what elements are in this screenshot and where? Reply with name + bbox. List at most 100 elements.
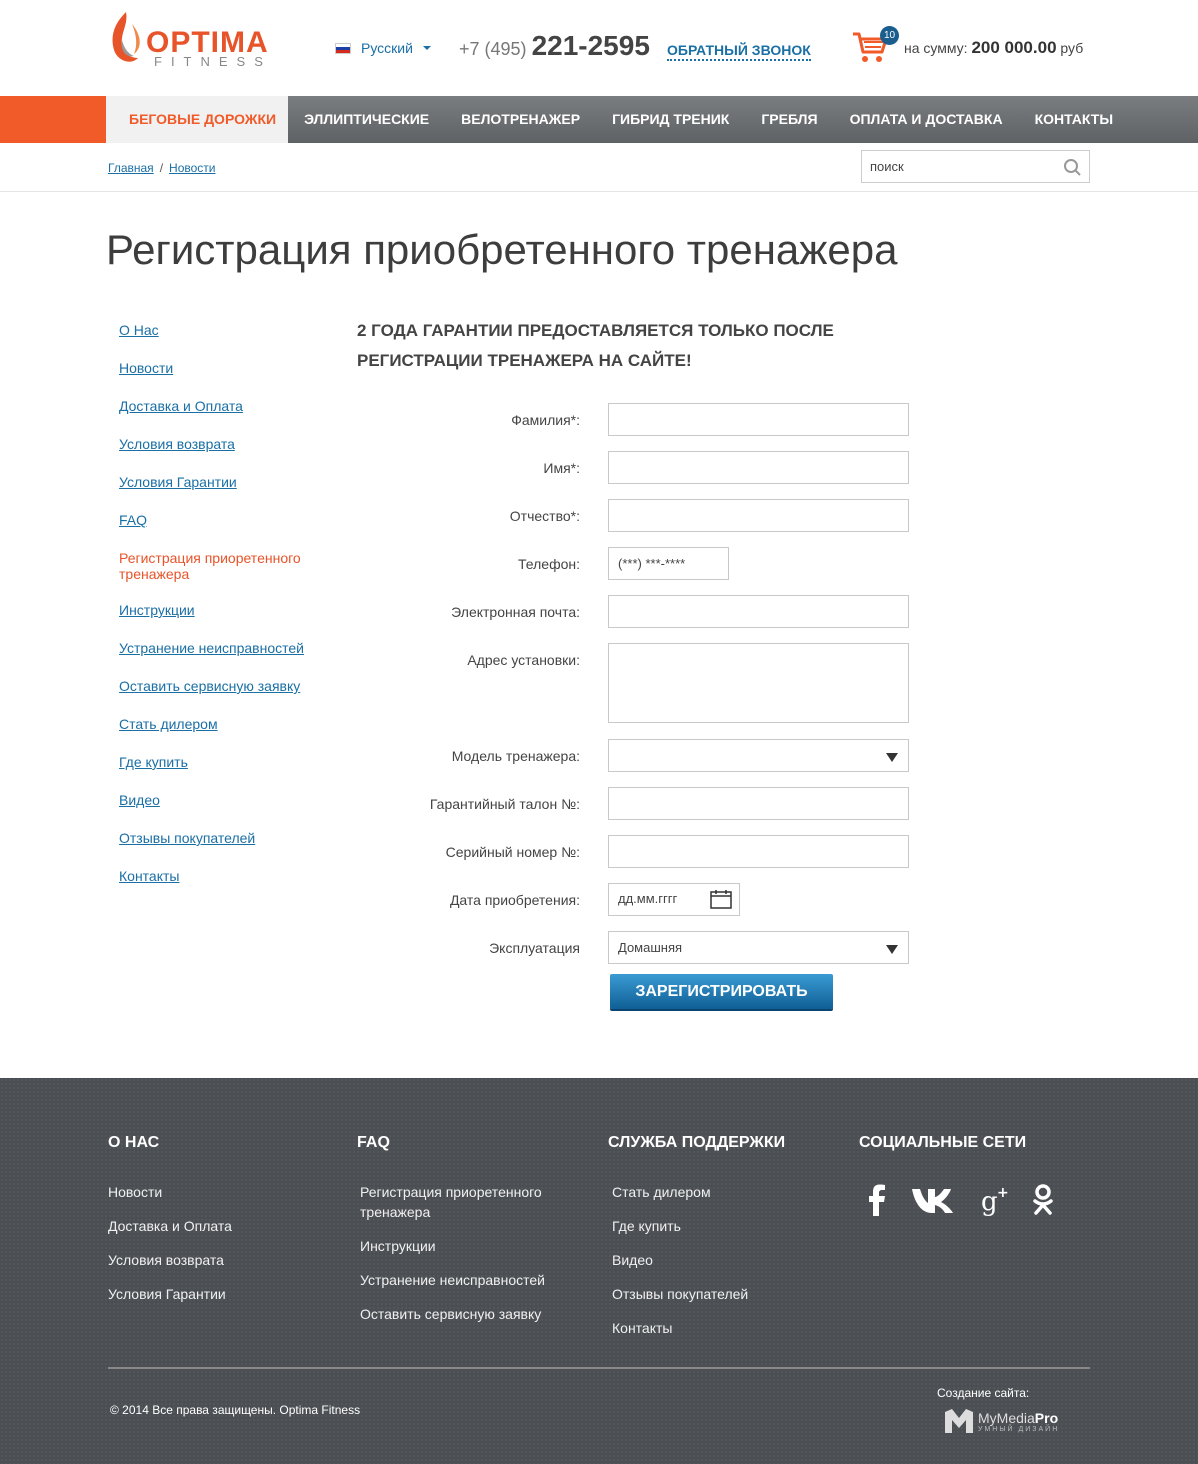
calendar-icon[interactable] [710,890,732,909]
footer-link-delivery[interactable]: Доставка и Оплата [108,1216,232,1236]
search-box [861,150,1090,183]
sidebar-item-service-request[interactable]: Оставить сервисную заявку [119,678,329,716]
address-label: Адрес установки: [467,652,580,668]
search-icon[interactable] [1063,158,1081,176]
mymediapro-logo-icon [945,1409,973,1433]
main-nav: БЕГОВЫЕ ДОРОЖКИ ЭЛЛИПТИЧЕСКИЕ ВЕЛОТРЕНАЖ… [0,96,1198,143]
breadcrumb-separator: / [159,161,164,175]
facebook-icon[interactable] [863,1184,891,1216]
usage-label: Эксплуатация [489,940,580,956]
footer-link-service-request[interactable]: Оставить сервисную заявку [357,1304,557,1324]
search-input[interactable] [862,151,1052,182]
notice-line-1: 2 ГОДА ГАРАНТИИ ПРЕДОСТАВЛЯЕТСЯ ТОЛЬКО П… [357,321,834,340]
address-textarea[interactable] [608,643,909,723]
language-selector[interactable]: Русский [335,40,431,56]
sidebar-item-reviews[interactable]: Отзывы покупателей [119,830,329,868]
sidebar-item-about[interactable]: О Нас [119,322,329,360]
footer-col-support: СЛУЖБА ПОДДЕРЖКИ Стать дилером Где купит… [608,1134,785,1352]
footer-link-instructions[interactable]: Инструкции [357,1236,557,1256]
nav-item-payment-delivery[interactable]: ОПЛАТА И ДОСТАВКА [834,96,1019,143]
sidebar-item-returns[interactable]: Условия возврата [119,436,329,474]
made-by-label: Создание сайта: [937,1386,1030,1400]
footer-link-news[interactable]: Новости [108,1182,232,1202]
serial-label: Серийный номер №: [445,844,580,860]
callback-link[interactable]: ОБРАТНЫЙ ЗВОНОК [667,42,811,61]
sidebar-item-instructions[interactable]: Инструкции [119,602,329,640]
patronymic-label: Отчество*: [509,508,580,524]
cart-sum: на сумму: 200 000.00 руб [904,38,1083,58]
social-icons: g + [859,1182,1055,1216]
footer-heading-faq: FAQ [357,1134,390,1151]
cart-button[interactable]: 10 [852,26,899,64]
sidebar-item-contacts[interactable]: Контакты [119,868,329,906]
vk-icon[interactable] [911,1186,959,1214]
nav-item-treadmills[interactable]: БЕГОВЫЕ ДОРОЖКИ [106,96,289,143]
breadcrumb: Главная / Новости [108,161,215,175]
sidebar-item-troubleshooting[interactable]: Устранение неисправностей [119,640,329,678]
flame-icon [112,12,140,62]
sidebar-item-video[interactable]: Видео [119,792,329,830]
phone-prefix: +7 (495) [459,39,527,59]
header: OPTIMA FITNESS Русский +7 (495) 221-2595… [0,0,1198,96]
nav-item-contacts[interactable]: КОНТАКТЫ [1019,96,1129,143]
sidebar-item-become-dealer[interactable]: Стать дилером [119,716,329,754]
surname-field[interactable] [608,403,909,436]
footer-link-reviews[interactable]: Отзывы покупателей [608,1284,785,1304]
footer-link-troubleshooting[interactable]: Устранение неисправностей [357,1270,557,1290]
phone-number: 221-2595 [531,30,650,61]
email-label: Электронная почта: [451,604,580,620]
footer-link-video[interactable]: Видео [608,1250,785,1270]
name-label: Имя*: [543,460,580,476]
register-button[interactable]: ЗАРЕГИСТРИРОВАТЬ [610,974,833,1009]
sidebar-item-news[interactable]: Новости [119,360,329,398]
dropdown-arrow-icon [886,753,898,762]
nav-item-hybrid[interactable]: ГИБРИД ТРЕНИК [596,96,745,143]
sidebar-item-registration[interactable]: Регистрация приоретенного тренажера [119,550,329,602]
sidebar: О Нас Новости Доставка и Оплата Условия … [119,322,329,906]
name-field[interactable] [608,451,909,484]
serial-field[interactable] [608,835,909,868]
warranty-field[interactable] [608,787,909,820]
phone-field[interactable]: (***) ***-**** [608,547,729,580]
usage-select[interactable]: Домашняя [608,931,909,964]
logo[interactable]: OPTIMA FITNESS [108,10,288,69]
date-field[interactable]: дд.мм.гггг [608,883,740,916]
footer-link-returns[interactable]: Условия возврата [108,1250,232,1270]
studio-logo[interactable]: MyMediaPro УМНЫЙ ДИЗАЙН [944,1408,1064,1436]
footer-link-registration[interactable]: Регистрация приоретенного тренажера [357,1182,557,1222]
breadcrumb-news[interactable]: Новости [169,161,215,175]
usage-value: Домашняя [618,940,683,955]
studio-name-part1: MyMedia [978,1410,1035,1426]
breadcrumb-home[interactable]: Главная [108,161,154,175]
nav-item-ellipticals[interactable]: ЭЛЛИПТИЧЕСКИЕ [288,96,445,143]
russia-flag-icon [335,42,351,54]
footer: О НАС Новости Доставка и Оплата Условия … [0,1078,1198,1464]
nav-item-rowing[interactable]: ГРЕБЛЯ [745,96,833,143]
footer-link-contacts[interactable]: Контакты [608,1318,785,1338]
email-field[interactable] [608,595,909,628]
sidebar-item-where-to-buy[interactable]: Где купить [119,754,329,792]
model-select[interactable] [608,739,909,772]
google-plus-icon[interactable]: g + [979,1184,1011,1216]
sidebar-item-warranty[interactable]: Условия Гарантии [119,474,329,512]
dropdown-arrow-icon [886,945,898,954]
copyright: © 2014 Все права защищены. Optima Fitnes… [110,1403,361,1417]
odnoklassniki-icon[interactable] [1031,1184,1055,1216]
phone-mask: (***) ***-**** [618,556,686,571]
footer-heading-support: СЛУЖБА ПОДДЕРЖКИ [608,1134,786,1151]
notice-line-2: РЕГИСТРАЦИИ ТРЕНАЖЕРА НА САЙТЕ! [357,351,692,370]
svg-text:g: g [981,1187,998,1216]
footer-col-social: СОЦИАЛЬНЫЕ СЕТИ g + [859,1134,1055,1216]
sidebar-item-delivery[interactable]: Доставка и Оплата [119,398,329,436]
footer-link-warranty[interactable]: Условия Гарантии [108,1284,232,1304]
sidebar-item-faq[interactable]: FAQ [119,512,329,550]
patronymic-field[interactable] [608,499,909,532]
surname-label: Фамилия*: [511,412,580,428]
caret-down-icon [422,46,431,50]
footer-divider [108,1367,1090,1369]
footer-heading-about: О НАС [108,1134,160,1151]
nav-item-bikes[interactable]: ВЕЛОТРЕНАЖЕР [445,96,596,143]
footer-link-where-to-buy[interactable]: Где купить [608,1216,785,1236]
warranty-label: Гарантийный талон №: [429,796,580,812]
footer-link-become-dealer[interactable]: Стать дилером [608,1182,785,1202]
